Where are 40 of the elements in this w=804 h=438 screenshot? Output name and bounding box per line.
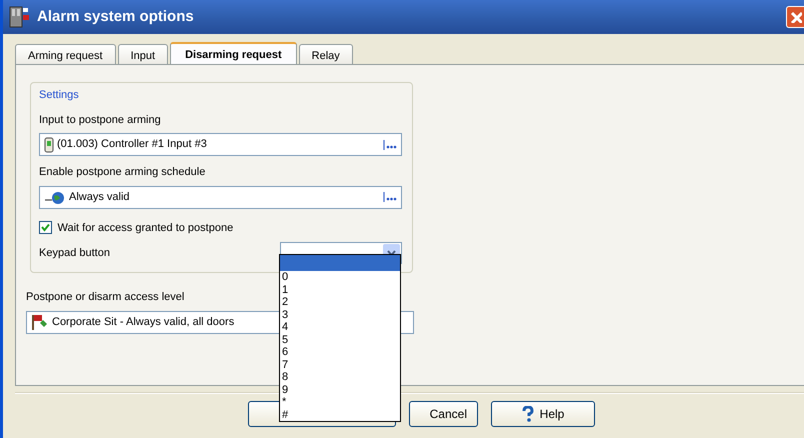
dropdown-option[interactable]: 2 — [280, 296, 400, 308]
help-icon — [522, 406, 534, 422]
close-button[interactable] — [786, 6, 804, 28]
tab[interactable]: Disarming request — [170, 42, 297, 64]
checkbox[interactable] — [39, 221, 52, 234]
flag-icon — [31, 314, 49, 330]
schedule-field[interactable]: Always valid — [39, 186, 402, 208]
group-title: Settings — [37, 87, 81, 104]
cancel-button[interactable]: Cancel — [409, 401, 478, 427]
dropdown-option[interactable]: 9 — [280, 384, 400, 396]
field-label: Input to postpone arming — [39, 112, 162, 128]
help-button[interactable]: Help — [491, 401, 595, 427]
dropdown-option[interactable]: 3 — [280, 308, 400, 321]
schedule-value: Always valid — [69, 190, 130, 205]
dropdown-option[interactable]: 8 — [280, 371, 400, 384]
device-icon — [44, 136, 54, 152]
globe-icon — [44, 189, 66, 205]
tab[interactable]: Input — [118, 44, 168, 64]
dropdown-option[interactable]: 6 — [280, 346, 400, 358]
field-label: Enable postpone arming schedule — [39, 165, 206, 180]
field-label: Postpone or disarm access level — [26, 290, 184, 305]
field-label: Keypad button — [39, 246, 110, 261]
input-field[interactable]: (01.003) Controller #1 Input #3 — [39, 133, 402, 156]
app-icon — [9, 5, 31, 29]
browse-button[interactable] — [383, 191, 397, 203]
dropdown-option[interactable]: 1 — [280, 284, 400, 296]
dropdown-option[interactable]: 0 — [280, 271, 400, 284]
browse-button[interactable] — [383, 138, 397, 150]
checkbox-label: Wait for access granted to postpone — [58, 220, 234, 236]
dropdown-option[interactable]: 4 — [280, 321, 400, 334]
window-title: Alarm system options — [37, 6, 194, 27]
access-level-value: Corporate Sit - Always valid, all doors — [52, 314, 234, 330]
dropdown-option[interactable]: 5 — [280, 334, 400, 346]
dropdown-option[interactable]: 7 — [280, 358, 400, 371]
input-value: (01.003) Controller #1 Input #3 — [57, 137, 207, 152]
dropdown-option[interactable]: * — [280, 396, 400, 408]
dropdown-option[interactable]: # — [280, 408, 400, 421]
close-icon — [790, 11, 802, 23]
tab[interactable]: Arming request — [15, 44, 116, 64]
tab[interactable]: Relay — [298, 44, 353, 64]
